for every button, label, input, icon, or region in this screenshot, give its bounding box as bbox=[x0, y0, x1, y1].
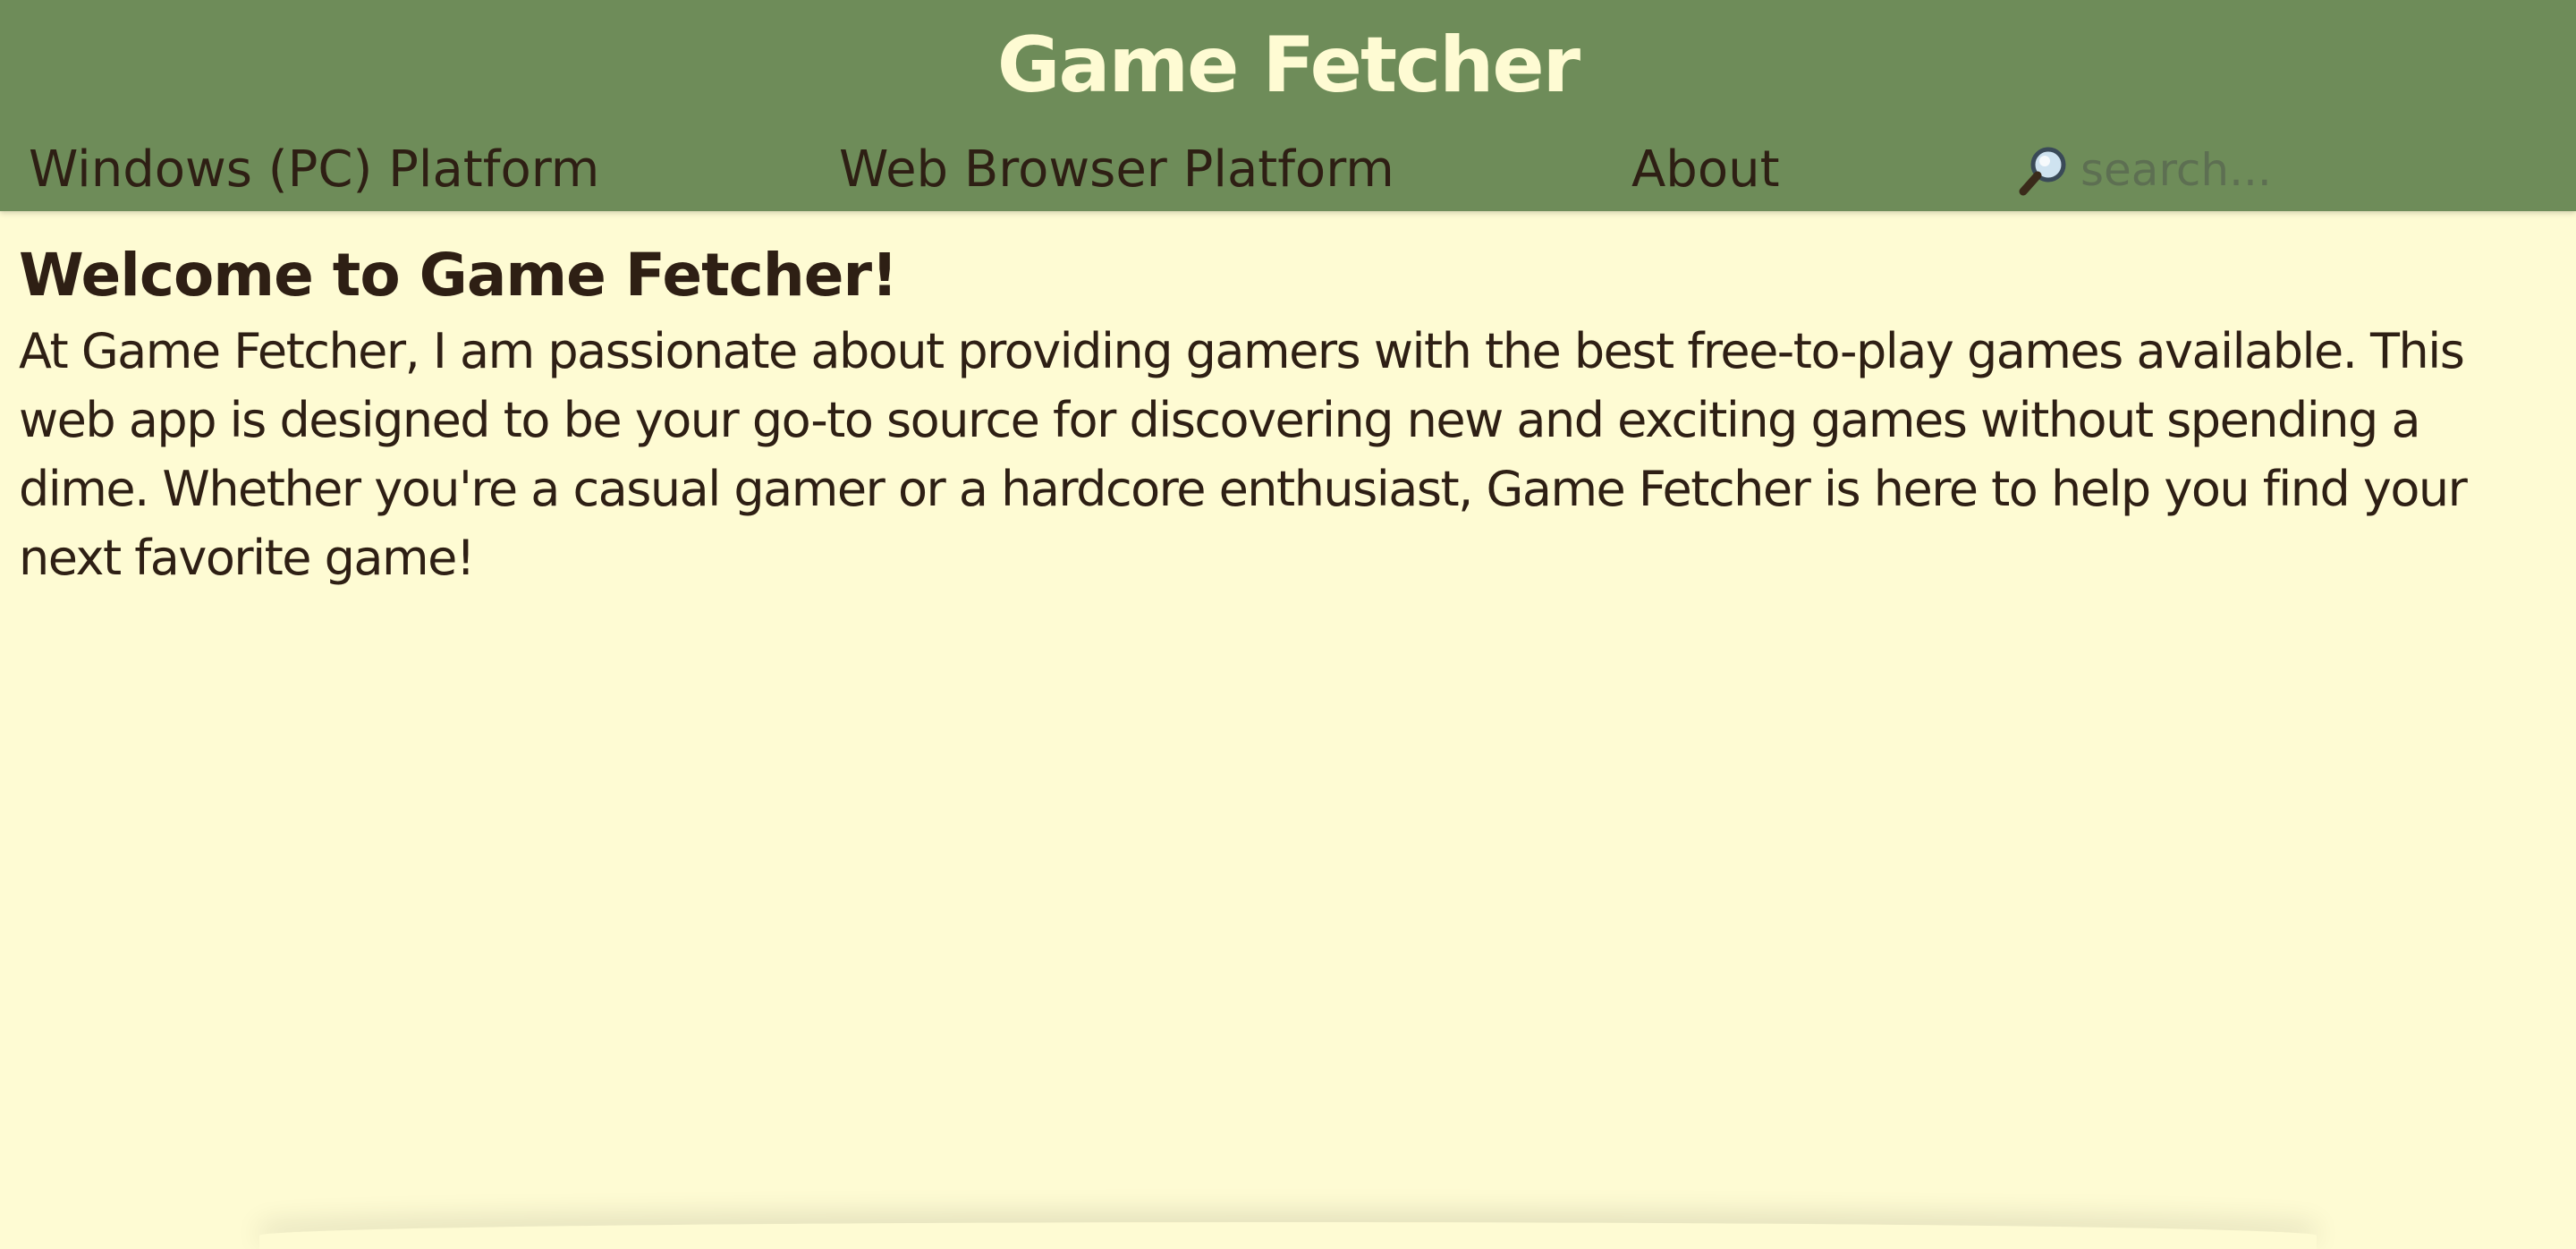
main-nav: Windows (PC) Platform Web Browser Platfo… bbox=[0, 132, 2576, 208]
search-box bbox=[2018, 132, 2394, 208]
nav-link-windows-pc[interactable]: Windows (PC) Platform bbox=[29, 132, 599, 208]
welcome-paragraph: At Game Fetcher, I am passionate about p… bbox=[19, 323, 2468, 586]
site-title[interactable]: Game Fetcher bbox=[0, 16, 2576, 115]
search-input[interactable] bbox=[2080, 138, 2376, 202]
main-content: Welcome to Game Fetcher! At Game Fetcher… bbox=[19, 234, 2559, 592]
nav-link-web-browser[interactable]: Web Browser Platform bbox=[839, 132, 1394, 208]
footer-shadow bbox=[259, 1222, 2317, 1249]
welcome-heading: Welcome to Game Fetcher! bbox=[19, 241, 898, 310]
nav-link-about[interactable]: About bbox=[1631, 132, 1780, 208]
magnifying-glass-icon bbox=[2018, 143, 2072, 197]
site-header: Game Fetcher Windows (PC) Platform Web B… bbox=[0, 0, 2576, 211]
